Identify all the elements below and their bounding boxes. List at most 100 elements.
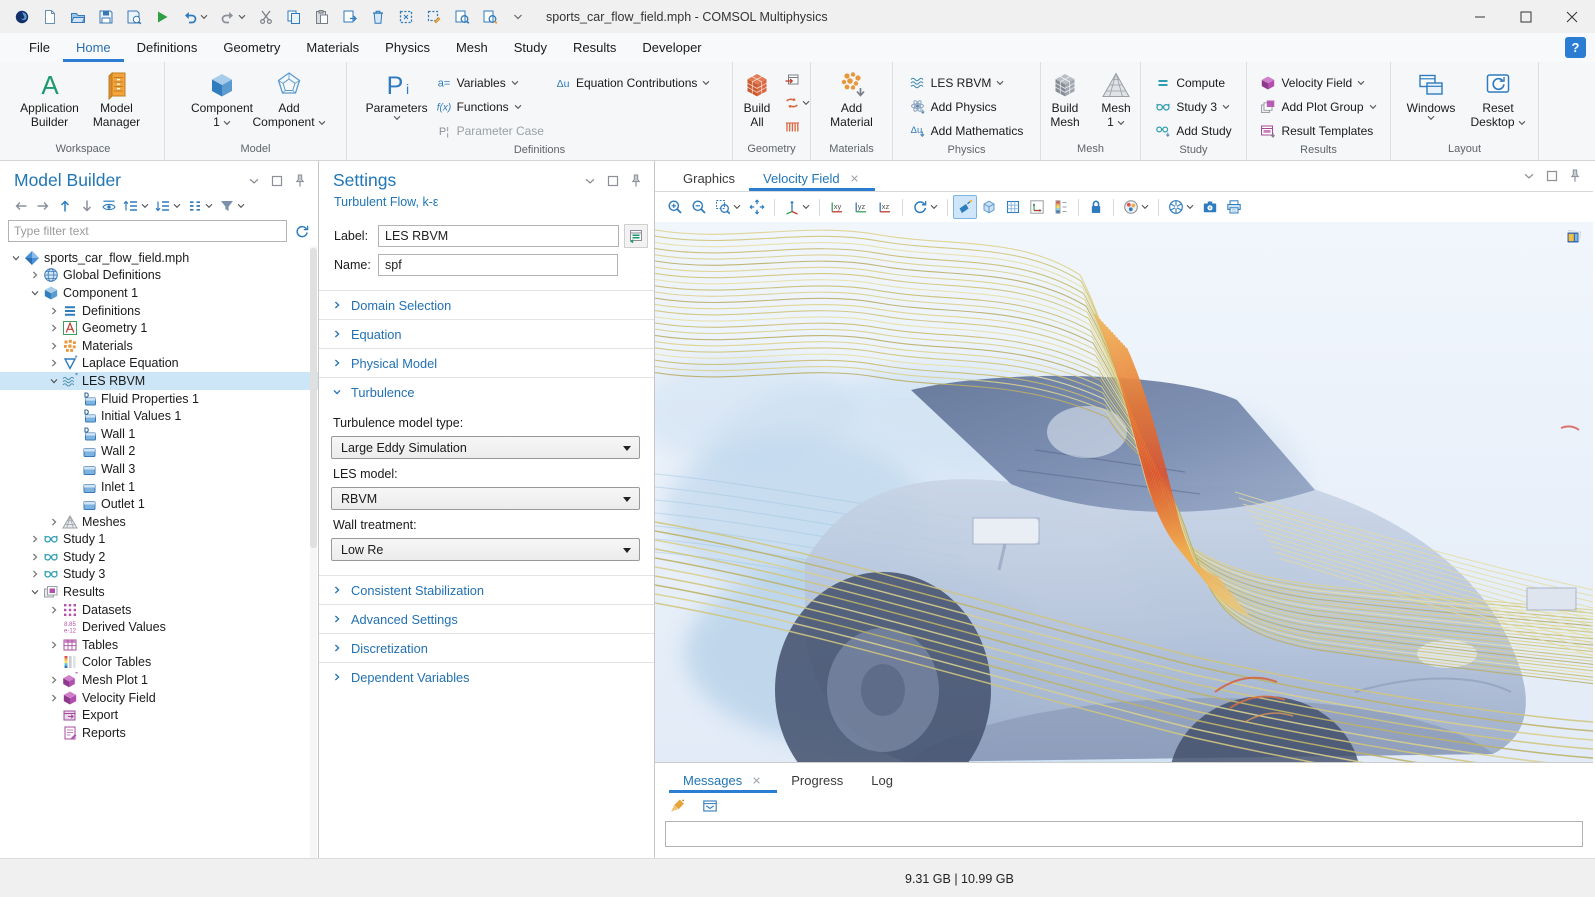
ribbon-model-manager-button[interactable]: ModelManager bbox=[85, 65, 149, 143]
tree-node-wall-2[interactable]: Wall 2 bbox=[0, 443, 318, 461]
panel-collapse-icon[interactable] bbox=[246, 173, 262, 189]
zoom-in-button[interactable] bbox=[663, 195, 687, 219]
tree-node-meshes[interactable]: Meshes bbox=[0, 513, 318, 531]
ribbon-variables-button[interactable]: a=Variables bbox=[432, 72, 548, 93]
menu-physics[interactable]: Physics bbox=[372, 33, 443, 62]
section-equation[interactable]: Equation bbox=[319, 319, 654, 348]
ribbon-study-3-button[interactable]: Study 3 bbox=[1151, 96, 1235, 117]
menu-geometry[interactable]: Geometry bbox=[210, 33, 293, 62]
tree-scrollbar[interactable] bbox=[310, 246, 317, 858]
appearance-button[interactable] bbox=[1119, 195, 1153, 219]
name-input[interactable] bbox=[378, 254, 618, 276]
ribbon-functions-button[interactable]: f(x)Functions bbox=[432, 96, 548, 117]
zoom-extents-button[interactable] bbox=[745, 195, 769, 219]
tree-node-tables[interactable]: Tables bbox=[0, 636, 318, 654]
view-xy-button[interactable]: xy bbox=[825, 195, 849, 219]
zoom-box-button[interactable] bbox=[711, 195, 745, 219]
move-up-button[interactable] bbox=[54, 196, 76, 216]
back-button[interactable] bbox=[10, 196, 32, 216]
tree-node-initial-values-1[interactable]: DInitial Values 1 bbox=[0, 407, 318, 425]
menu-study[interactable]: Study bbox=[501, 33, 560, 62]
transparency-button[interactable] bbox=[977, 195, 1001, 219]
tree-chevron[interactable] bbox=[46, 675, 61, 685]
tree-chevron[interactable] bbox=[27, 552, 42, 562]
tree-node-geometry-1[interactable]: Geometry 1 bbox=[0, 319, 318, 337]
tree-node-component-1[interactable]: Component 1 bbox=[0, 284, 318, 302]
section-turbulence[interactable]: Turbulence bbox=[319, 377, 654, 406]
select-box-button[interactable] bbox=[392, 4, 420, 30]
select-wall-treatment[interactable]: Low Re bbox=[331, 538, 640, 561]
ribbon-velocity-field-button[interactable]: Velocity Field bbox=[1256, 72, 1380, 93]
tree-node-export[interactable]: Export bbox=[0, 706, 318, 724]
geometry-insert-button[interactable] bbox=[784, 71, 810, 89]
message-settings-button[interactable] bbox=[699, 796, 721, 816]
cut-button[interactable] bbox=[252, 4, 280, 30]
section-advanced-settings[interactable]: Advanced Settings bbox=[319, 604, 654, 633]
move-down-button[interactable] bbox=[76, 196, 98, 216]
panel-float-icon[interactable] bbox=[269, 173, 285, 189]
tree-node-inlet-1[interactable]: Inlet 1 bbox=[0, 478, 318, 496]
tree-node-fluid-properties-1[interactable]: DFluid Properties 1 bbox=[0, 390, 318, 408]
color-legend-button[interactable] bbox=[1049, 195, 1073, 219]
zoom-out-button[interactable] bbox=[687, 195, 711, 219]
zoom-page-button[interactable] bbox=[476, 4, 504, 30]
section-consistent-stabilization[interactable]: Consistent Stabilization bbox=[319, 575, 654, 604]
graphics-tab-graphics[interactable]: Graphics bbox=[669, 161, 749, 191]
ribbon-component-1-button[interactable]: Component1 bbox=[190, 65, 254, 143]
rename-button[interactable] bbox=[624, 224, 648, 248]
section-domain-selection[interactable]: Domain Selection bbox=[319, 290, 654, 319]
filter-button[interactable] bbox=[216, 196, 248, 216]
select-turbulence-model-type[interactable]: Large Eddy Simulation bbox=[331, 436, 640, 459]
tree-node-datasets[interactable]: Datasets bbox=[0, 601, 318, 619]
refresh-icon[interactable] bbox=[294, 223, 310, 239]
forward-button[interactable] bbox=[32, 196, 54, 216]
filter-input[interactable] bbox=[8, 220, 287, 242]
ribbon-add-physics-button[interactable]: Add Physics bbox=[906, 96, 1028, 117]
ribbon-equation-contributions-button[interactable]: ΔuEquation Contributions bbox=[551, 72, 714, 93]
snapshot-button[interactable] bbox=[1164, 195, 1198, 219]
menu-results[interactable]: Results bbox=[560, 33, 629, 62]
rotate-view-button[interactable] bbox=[908, 195, 942, 219]
help-button[interactable]: ? bbox=[1565, 37, 1586, 58]
close-tab-icon[interactable] bbox=[848, 172, 861, 185]
show-axes-button[interactable] bbox=[1025, 195, 1049, 219]
ribbon-reset-desktop-button[interactable]: ResetDesktop bbox=[1466, 65, 1530, 143]
model-tree-node-button[interactable] bbox=[184, 196, 216, 216]
show-button[interactable] bbox=[98, 196, 120, 216]
ribbon-compute-button[interactable]: Compute bbox=[1151, 72, 1235, 93]
menu-materials[interactable]: Materials bbox=[293, 33, 372, 62]
select-les-model[interactable]: RBVM bbox=[331, 487, 640, 510]
open-button[interactable] bbox=[64, 4, 92, 30]
menu-file[interactable]: File bbox=[16, 33, 63, 62]
delete-button[interactable] bbox=[364, 4, 392, 30]
tree-chevron[interactable] bbox=[27, 288, 42, 298]
tree-chevron[interactable] bbox=[46, 376, 61, 386]
tree-node-global-definitions[interactable]: Global Definitions bbox=[0, 267, 318, 285]
tree-node-study-3[interactable]: Study 3 bbox=[0, 566, 318, 584]
panel-pin-icon[interactable] bbox=[292, 173, 308, 189]
tree-node-derived-values[interactable]: 8.85e-12Derived Values bbox=[0, 618, 318, 636]
show-grid-button[interactable] bbox=[1001, 195, 1025, 219]
toolbar-overflow-button[interactable] bbox=[504, 4, 532, 30]
tree-node-wall-1[interactable]: DWall 1 bbox=[0, 425, 318, 443]
tree-node-materials[interactable]: Materials bbox=[0, 337, 318, 355]
tree-node-velocity-field[interactable]: Velocity Field bbox=[0, 689, 318, 707]
menu-home[interactable]: Home bbox=[63, 33, 124, 62]
messages-tab-messages[interactable]: Messages bbox=[669, 763, 777, 793]
tree-chevron[interactable] bbox=[46, 358, 61, 368]
panel-float-icon[interactable] bbox=[605, 173, 621, 189]
tree-chevron[interactable] bbox=[46, 306, 61, 316]
tree-node-definitions[interactable]: Definitions bbox=[0, 302, 318, 320]
ribbon-add-component-button[interactable]: AddComponent bbox=[257, 65, 321, 143]
print-button[interactable] bbox=[1222, 195, 1246, 219]
tree-chevron[interactable] bbox=[46, 341, 61, 351]
geometry-rebuild-button[interactable] bbox=[784, 94, 810, 112]
maximize-button[interactable] bbox=[1503, 0, 1549, 33]
tree-node-les-rbvm[interactable]: *LES RBVM bbox=[0, 372, 318, 390]
collapse-button[interactable] bbox=[152, 196, 184, 216]
view-yz-button[interactable]: yz bbox=[849, 195, 873, 219]
zoom-selected-button[interactable] bbox=[448, 4, 476, 30]
tree-node-sports-car-flow-field-mph[interactable]: sports_car_flow_field.mph bbox=[0, 249, 318, 267]
tree-chevron[interactable] bbox=[27, 587, 42, 597]
view-xz-button[interactable]: xz bbox=[873, 195, 897, 219]
